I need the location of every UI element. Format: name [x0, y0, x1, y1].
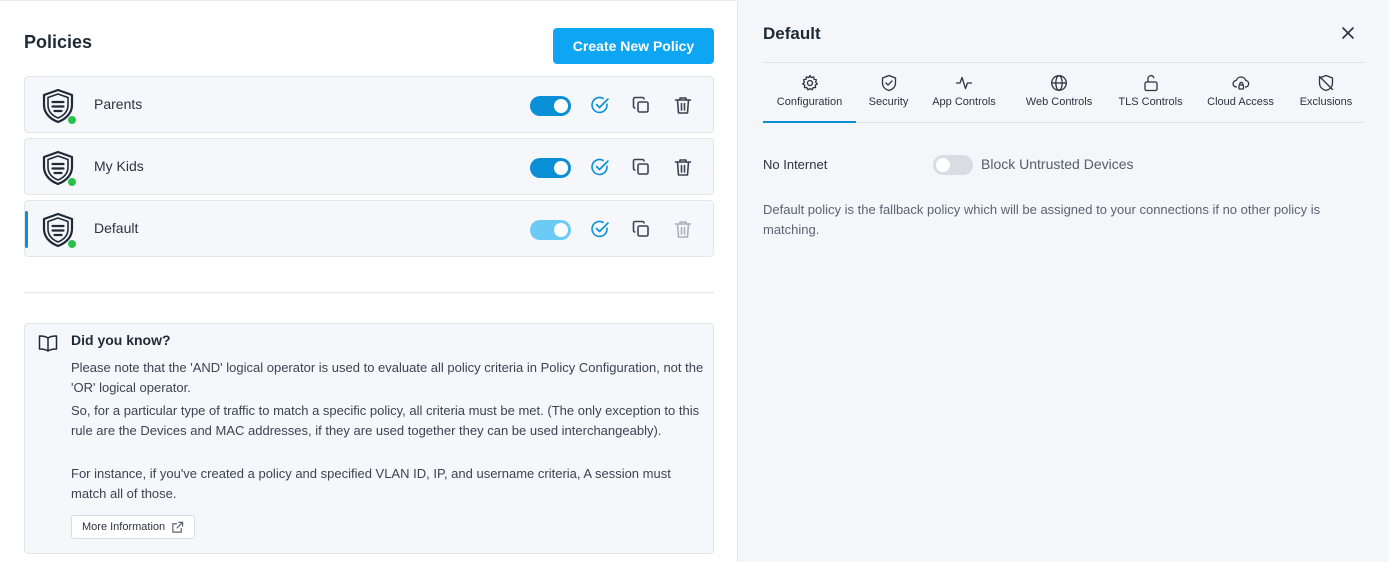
did-you-know-box: Did you know? Please note that the 'AND'… [24, 323, 714, 554]
policy-name: Parents [94, 96, 143, 112]
shield-off-icon [1318, 74, 1334, 92]
tab-web-controls[interactable]: Web Controls [1015, 63, 1103, 123]
no-internet-label: No Internet [763, 157, 828, 172]
copy-icon[interactable] [630, 218, 652, 240]
tab-label: Security [868, 96, 909, 108]
status-online-indicator [67, 177, 77, 187]
check-circle-icon[interactable] [589, 156, 611, 178]
tip-paragraph: For instance, if you've created a policy… [71, 466, 671, 501]
block-untrusted-devices-label: Block Untrusted Devices [981, 156, 1134, 172]
block-untrusted-devices-toggle[interactable] [933, 155, 973, 175]
policy-row-parents[interactable]: Parents [24, 76, 714, 133]
activity-icon [955, 76, 973, 90]
trash-icon [672, 218, 694, 240]
tab-exclusions[interactable]: Exclusions [1293, 63, 1359, 123]
gear-icon [801, 74, 818, 91]
panel-title: Default [763, 24, 821, 43]
tip-title: Did you know? [71, 332, 171, 348]
copy-icon[interactable] [630, 156, 652, 178]
copy-icon[interactable] [630, 94, 652, 116]
tip-paragraph: Please note that the 'AND' logical opera… [71, 360, 704, 395]
tip-paragraph: So, for a particular type of traffic to … [71, 403, 700, 438]
external-link-icon [172, 521, 184, 533]
tab-configuration[interactable]: Configuration [763, 63, 856, 123]
check-circle-icon[interactable] [589, 218, 611, 240]
policy-row-my-kids[interactable]: My Kids [24, 138, 714, 195]
book-open-icon [38, 334, 58, 352]
shield-check-icon [881, 74, 896, 92]
panel-tabs: Configuration Security App Controls Web … [763, 63, 1365, 123]
check-circle-icon[interactable] [589, 94, 611, 116]
policy-row-default[interactable]: Default [24, 200, 714, 257]
tab-tls-controls[interactable]: TLS Controls [1108, 63, 1193, 123]
tab-label: Exclusions [1299, 96, 1353, 108]
section-divider [24, 292, 714, 293]
tab-label: Configuration [776, 96, 843, 108]
status-online-indicator [67, 239, 77, 249]
unlock-icon [1143, 74, 1158, 92]
tab-security[interactable]: Security [860, 63, 917, 123]
page-title: Policies [24, 32, 93, 52]
create-new-policy-button[interactable]: Create New Policy [553, 28, 714, 64]
policies-pane: Policies Create New Policy Parents My Ki… [0, 0, 737, 562]
tab-label: Web Controls [1025, 96, 1093, 108]
policy-name: Default [94, 220, 139, 236]
status-online-indicator [67, 115, 77, 125]
policy-name: My Kids [94, 158, 144, 174]
policy-description: Default policy is the fallback policy wh… [763, 202, 1321, 237]
tab-label: App Controls [932, 96, 996, 108]
more-information-button[interactable]: More Information [71, 515, 196, 539]
policy-detail-panel: Default Configuration Security App Contr… [737, 0, 1389, 562]
trash-icon[interactable] [672, 156, 694, 178]
policy-enabled-toggle[interactable] [530, 158, 571, 178]
tab-label: TLS Controls [1118, 96, 1183, 108]
policy-enabled-toggle[interactable] [530, 96, 571, 116]
trash-icon[interactable] [672, 94, 694, 116]
more-information-label: More Information [82, 521, 166, 533]
tab-app-controls[interactable]: App Controls [924, 63, 1004, 123]
tab-label: Cloud Access [1207, 96, 1274, 108]
policy-list: Parents My Kids Default [24, 76, 714, 262]
tab-cloud-access[interactable]: Cloud Access [1198, 63, 1283, 123]
globe-icon [1051, 75, 1067, 91]
policy-enabled-toggle[interactable] [530, 220, 571, 240]
close-icon[interactable] [1339, 24, 1357, 42]
cloud-lock-icon [1232, 76, 1249, 90]
